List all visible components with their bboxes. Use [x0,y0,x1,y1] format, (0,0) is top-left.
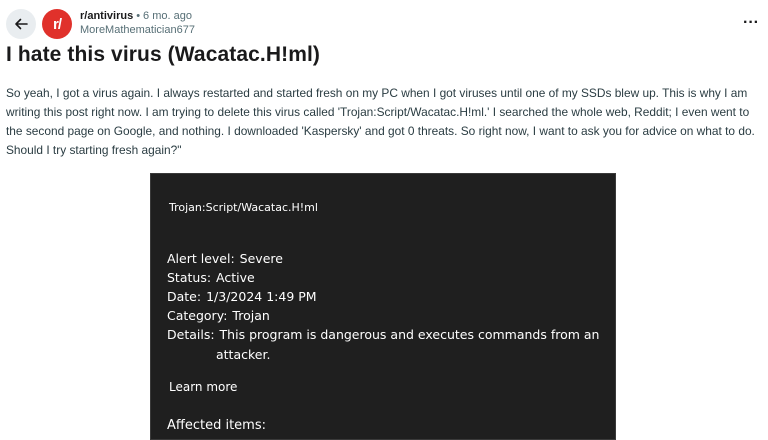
defender-screenshot: Trojan:Script/Wacatac.H!ml Alert level: S… [150,173,616,440]
status-row: Status: Active [167,268,255,287]
alert-level-row: Alert level: Severe [167,249,283,268]
date-label: Date: [167,289,202,304]
subreddit-avatar[interactable]: r/ [42,9,72,39]
date-row: Date: 1/3/2024 1:49 PM [167,287,317,306]
learn-more-link[interactable]: Learn more [169,380,237,394]
threat-name: Trojan:Script/Wacatac.H!ml [169,201,318,214]
author-link[interactable]: MoreMathematician677 [80,23,195,37]
details-value: This program is dangerous and executes c… [219,327,600,342]
category-value: Trojan [232,308,270,323]
post-meta: r/antivirus • 6 mo. ago MoreMathematician6… [80,9,195,37]
arrow-left-icon [15,18,28,30]
alert-level-value: Severe [239,251,283,266]
post-age: 6 mo. ago [143,10,192,22]
more-options-button[interactable]: ··· [740,14,762,32]
category-label: Category: [167,308,228,323]
back-button[interactable] [6,9,36,39]
post-body: So yeah, I got a virus again. I always r… [6,86,755,157]
details-value-continued: attacker. [216,347,271,362]
subreddit-link[interactable]: r/antivirus [80,10,133,22]
details-row: Details: This program is dangerous and ex… [167,325,599,344]
date-value: 1/3/2024 1:49 PM [206,289,317,304]
affected-items-heading: Affected items: [167,418,266,433]
post-title: I hate this virus (Wacatac.H!ml) [6,43,320,66]
details-label: Details: [167,327,215,342]
separator-dot: • [136,10,141,22]
more-horizontal-icon: ··· [743,14,759,31]
status-label: Status: [167,270,212,285]
category-row: Category: Trojan [167,306,270,325]
status-value: Active [216,270,255,285]
alert-level-label: Alert level: [167,251,235,266]
